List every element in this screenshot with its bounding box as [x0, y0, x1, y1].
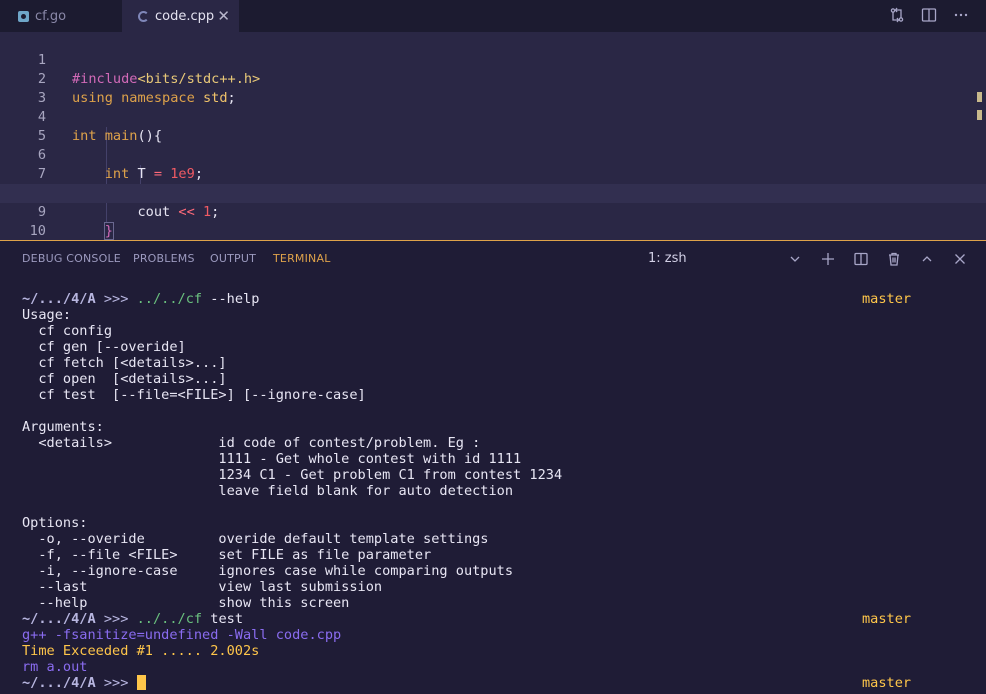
terminal-select[interactable]: 1: zsh [648, 251, 687, 266]
git-compare-icon[interactable] [888, 5, 906, 25]
terminal-prompt-line: ~/.../4/A >>> ../../cf test master [22, 611, 912, 627]
help-output-line: leave field blank for auto detection [22, 483, 514, 499]
scrollbar-marker[interactable] [977, 110, 982, 120]
editor-tab-bar: cf.go code.cpp ✕ [0, 0, 986, 32]
help-output-line: cf config [22, 323, 113, 339]
help-output-line: 1234 C1 - Get problem C1 from contest 12… [22, 467, 563, 483]
help-output-line [22, 403, 972, 419]
help-output-line: --last view last submission [22, 579, 383, 595]
tab-terminal[interactable]: TERMINAL [273, 252, 331, 265]
chevron-up-icon[interactable] [918, 249, 935, 269]
terminal-prompt-line: ~/.../4/A >>> master [22, 675, 912, 691]
close-icon[interactable] [951, 249, 968, 269]
help-output-line: -o, --overide overide default template s… [22, 531, 489, 547]
help-output-line: 1111 - Get whole contest with id 1111 [22, 451, 522, 467]
code-line: 3 [0, 70, 986, 106]
compile-line: g++ -fsanitize=undefined -Wall code.cpp [22, 627, 342, 643]
code-editor[interactable]: 1 #include<bits/stdc++.h> 2 using namesp… [0, 32, 986, 240]
help-output: Usage: cf config cf gen [--overide] cf f… [22, 307, 972, 611]
tab-label: code.cpp [155, 8, 215, 24]
help-output-line: Arguments: [22, 419, 104, 435]
help-output-line: cf fetch [<details>...] [22, 355, 227, 371]
code-line: 8 cout << 1; [0, 165, 986, 220]
scrollbar-marker[interactable] [977, 92, 982, 102]
code-line: 10 return 0; [0, 203, 986, 239]
code-line-current: 9 } [0, 184, 986, 240]
code-line: 4 int main(){ [0, 89, 986, 144]
terminal-cursor [136, 675, 146, 690]
help-output-line: <details> id code of contest/problem. Eg… [22, 435, 481, 451]
help-output-line: Options: [22, 515, 88, 531]
help-output-line: Usage: [22, 307, 72, 323]
cpp-file-icon [138, 10, 149, 22]
terminal-output[interactable]: ~/.../4/A >>> ../../cf --help master Usag… [22, 291, 972, 691]
plus-icon[interactable] [819, 249, 836, 269]
help-output-line: -i, --ignore-case ignores case while com… [22, 563, 514, 579]
code-line: 2 using namespace std; [0, 51, 986, 106]
go-file-icon [18, 10, 29, 22]
cleanup-line: rm a.out [22, 659, 88, 675]
help-output-line: cf gen [--overide] [22, 339, 186, 355]
code-line: 5 [0, 108, 986, 144]
tab-code-cpp[interactable]: code.cpp ✕ [122, 0, 239, 32]
help-output-line: cf open [<details>...] [22, 371, 227, 387]
code-line: 7 while(T--){ [0, 146, 986, 202]
bottom-panel: DEBUG CONSOLE PROBLEMS OUTPUT TERMINAL 1… [0, 240, 986, 694]
terminal-prompt-line: ~/.../4/A >>> ../../cf --help master [22, 291, 912, 307]
help-output-line: --help show this screen [22, 595, 350, 611]
tab-debug-console[interactable]: DEBUG CONSOLE [22, 252, 121, 265]
more-actions-icon[interactable] [952, 5, 970, 25]
tab-problems[interactable]: PROBLEMS [133, 252, 195, 265]
close-tab-icon[interactable]: ✕ [217, 7, 230, 25]
panel-header: DEBUG CONSOLE PROBLEMS OUTPUT TERMINAL 1… [0, 241, 986, 277]
help-output-line: -f, --file <FILE> set FILE as file param… [22, 547, 432, 563]
git-branch: master [862, 675, 912, 691]
tab-cf-go[interactable]: cf.go [0, 0, 122, 32]
git-branch: master [862, 291, 912, 307]
chevron-down-icon[interactable] [786, 249, 803, 269]
tab-output[interactable]: OUTPUT [210, 252, 256, 265]
git-branch: master [862, 611, 912, 627]
code-line: 11 } [0, 222, 986, 240]
code-line: 6 int T = 1e9; [0, 127, 986, 182]
split-editor-icon[interactable] [920, 5, 938, 25]
help-output-line: cf test [--file=<FILE>] [--ignore-case] [22, 387, 366, 403]
trash-icon[interactable] [885, 249, 902, 269]
help-output-line [22, 499, 972, 515]
result-line: Time Exceeded #1 ..... 2.002s [22, 643, 260, 659]
tab-label: cf.go [35, 8, 67, 24]
code-line: 1 #include<bits/stdc++.h> [0, 32, 986, 87]
split-terminal-icon[interactable] [852, 249, 869, 269]
